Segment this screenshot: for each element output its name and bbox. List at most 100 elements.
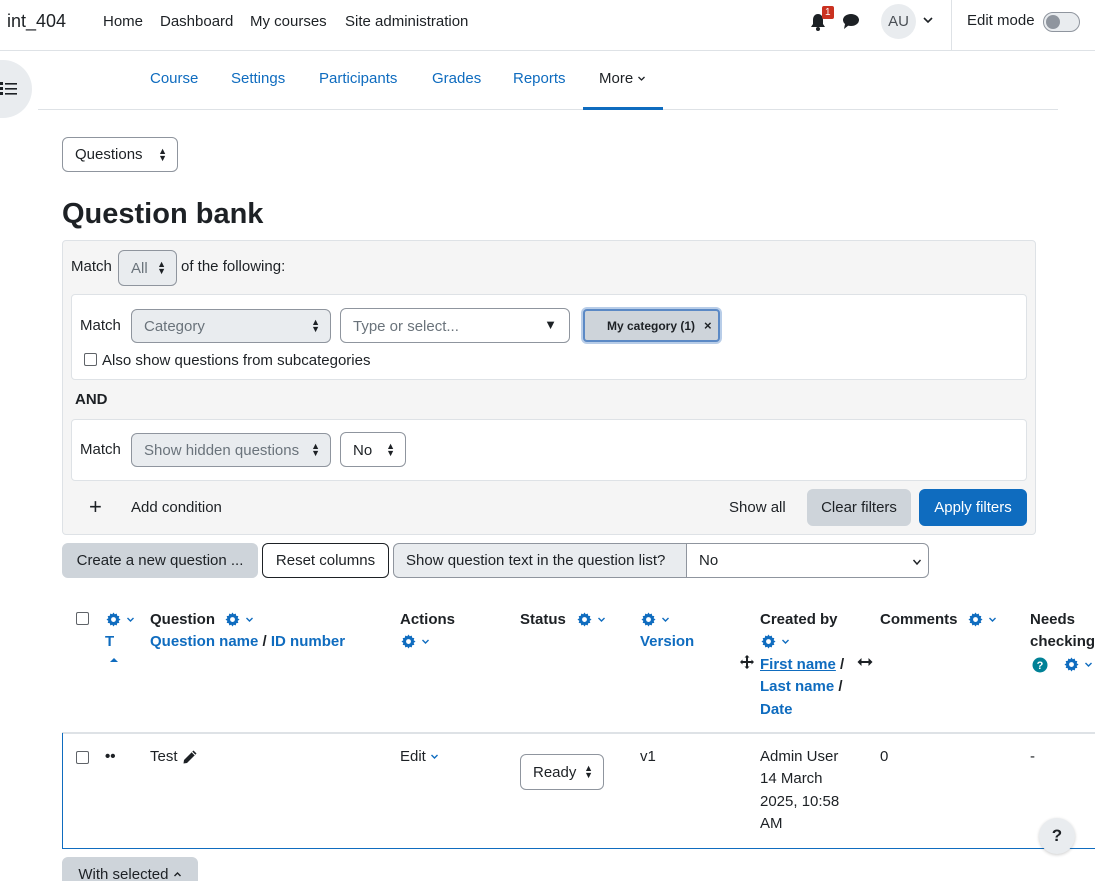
chip-label: My category (1) (607, 319, 696, 333)
sort-by-date-link[interactable]: Date (760, 701, 793, 718)
category-search-input[interactable]: Type or select... ▼ (340, 308, 570, 343)
chevron-down-icon[interactable] (597, 615, 606, 624)
tab-course[interactable]: Course (150, 70, 198, 87)
with-selected-button[interactable]: With selected (62, 857, 198, 881)
selected-category-chip[interactable]: My category (1) × (583, 309, 720, 342)
subcategories-label: Also show questions from subcategories (102, 352, 371, 369)
tab-settings[interactable]: Settings (231, 70, 285, 87)
chevron-down-icon[interactable] (245, 615, 254, 624)
header-separator: / (840, 656, 845, 673)
type-column-gear-icon[interactable] (106, 612, 121, 627)
add-condition-button[interactable]: Add condition (131, 499, 222, 516)
add-condition-plus-icon[interactable]: + (89, 494, 102, 520)
show-question-text-select[interactable]: No (686, 543, 929, 578)
status-column-gear-icon[interactable] (577, 612, 592, 627)
apply-filters-button[interactable]: Apply filters (919, 489, 1027, 526)
sort-by-last-name-link[interactable]: Last name (760, 678, 834, 695)
select-arrows-icon: ▲ ▼ (157, 259, 166, 276)
chevron-down-icon[interactable] (988, 615, 997, 624)
show-all-button[interactable]: Show all (729, 499, 786, 516)
tab-grades[interactable]: Grades (432, 70, 481, 87)
reset-columns-button[interactable]: Reset columns (262, 543, 389, 578)
course-index-drawer-button[interactable] (0, 60, 32, 118)
chevron-down-icon[interactable] (126, 615, 135, 624)
user-avatar[interactable]: AU (881, 4, 916, 39)
select-value: No (699, 552, 719, 569)
needs-checking-column-gear-icon[interactable] (1064, 657, 1079, 672)
created-date-line3: AM (760, 815, 783, 832)
chip-remove-icon[interactable]: × (704, 318, 712, 333)
row-select-checkbox[interactable] (76, 751, 89, 764)
select-value: Show hidden questions (144, 442, 300, 459)
chevron-up-icon (173, 872, 181, 877)
question-type-icon: •• (105, 748, 116, 765)
select-all-checkbox[interactable] (76, 612, 89, 625)
resize-column-icon[interactable] (857, 655, 873, 669)
hidden-questions-value-select[interactable]: No ▲ ▼ (340, 432, 406, 467)
site-name[interactable]: int_404 (7, 11, 66, 32)
nav-dashboard[interactable]: Dashboard (160, 13, 233, 30)
active-tab-indicator (583, 107, 663, 110)
created-by-column-header: Created by (760, 611, 838, 628)
match-type-select[interactable]: All ▲ ▼ (118, 250, 177, 286)
tab-participants[interactable]: Participants (319, 70, 397, 87)
select-value: All (131, 260, 148, 277)
question-version: v1 (640, 748, 656, 765)
dropdown-arrow-icon[interactable]: ▼ (544, 317, 557, 332)
tab-more[interactable]: More (599, 70, 646, 87)
subcategories-checkbox[interactable] (84, 353, 97, 366)
page-help-button[interactable]: ? (1039, 818, 1075, 854)
sort-by-version-link[interactable]: Version (640, 633, 694, 650)
edit-menu-label: Edit (400, 748, 426, 765)
navbar-divider (951, 0, 952, 50)
list-icon (0, 82, 17, 95)
sort-by-id-number-link[interactable]: ID number (271, 633, 345, 650)
clear-filters-button[interactable]: Clear filters (807, 489, 911, 526)
question-column-gear-icon[interactable] (225, 612, 240, 627)
question-bank-navigation-select[interactable]: Questions ▲ ▼ (62, 137, 178, 172)
select-arrows-icon: ▲ ▼ (158, 145, 167, 163)
row-edit-menu[interactable]: Edit (400, 746, 439, 769)
comments-column-gear-icon[interactable] (968, 612, 983, 627)
move-column-icon[interactable] (739, 654, 755, 670)
select-value: Questions (75, 146, 143, 163)
chevron-down-icon[interactable] (781, 637, 790, 646)
tab-reports[interactable]: Reports (513, 70, 566, 87)
edit-pencil-icon[interactable] (182, 749, 198, 765)
create-new-question-button[interactable]: Create a new question ... (62, 543, 258, 578)
created-by-first-name-subheader: First name / (760, 656, 844, 673)
toggle-knob (1046, 15, 1060, 29)
condition-field-select[interactable]: Category ▲ ▼ (131, 309, 331, 343)
comments-count-link[interactable]: 0 (880, 746, 888, 769)
created-by-column-gear-icon[interactable] (761, 634, 776, 649)
created-date-line1: 14 March (760, 770, 823, 787)
nav-home[interactable]: Home (103, 13, 143, 30)
user-menu-chevron-down-icon[interactable] (922, 14, 934, 26)
chevron-down-icon[interactable] (1084, 660, 1093, 669)
condition-match-label: Match (80, 441, 121, 458)
edit-mode-toggle[interactable] (1043, 12, 1080, 32)
sort-by-question-name-link[interactable]: Question name (150, 633, 258, 650)
nav-my-courses[interactable]: My courses (250, 13, 327, 30)
chevron-down-icon[interactable] (661, 615, 670, 624)
notification-count-badge: 1 (822, 6, 834, 19)
question-subheaders: Question name / ID number (150, 633, 345, 650)
created-by-last-name-subheader: Last name / (760, 678, 843, 695)
search-placeholder: Type or select... (353, 318, 459, 335)
actions-column-header: Actions (400, 611, 456, 628)
sort-by-type-link[interactable]: T (105, 633, 114, 650)
sort-by-first-name-link[interactable]: First name (760, 656, 836, 673)
version-column-gear-icon[interactable] (641, 612, 656, 627)
actions-column-gear-icon[interactable] (401, 634, 416, 649)
chevron-down-icon[interactable] (421, 637, 430, 646)
question-column-header: Question (150, 611, 216, 628)
question-status-select[interactable]: Ready ▲ ▼ (520, 754, 604, 790)
chevron-down-icon (912, 559, 922, 566)
nav-site-administration[interactable]: Site administration (345, 13, 468, 30)
top-navbar: int_404 Home Dashboard My courses Site a… (0, 0, 1095, 51)
select-value: Category (144, 318, 205, 335)
select-value: Ready (533, 764, 577, 781)
messages-chat-icon[interactable] (842, 12, 860, 30)
condition-field-select[interactable]: Show hidden questions ▲ ▼ (131, 433, 331, 467)
help-icon[interactable]: ? (1032, 657, 1048, 673)
